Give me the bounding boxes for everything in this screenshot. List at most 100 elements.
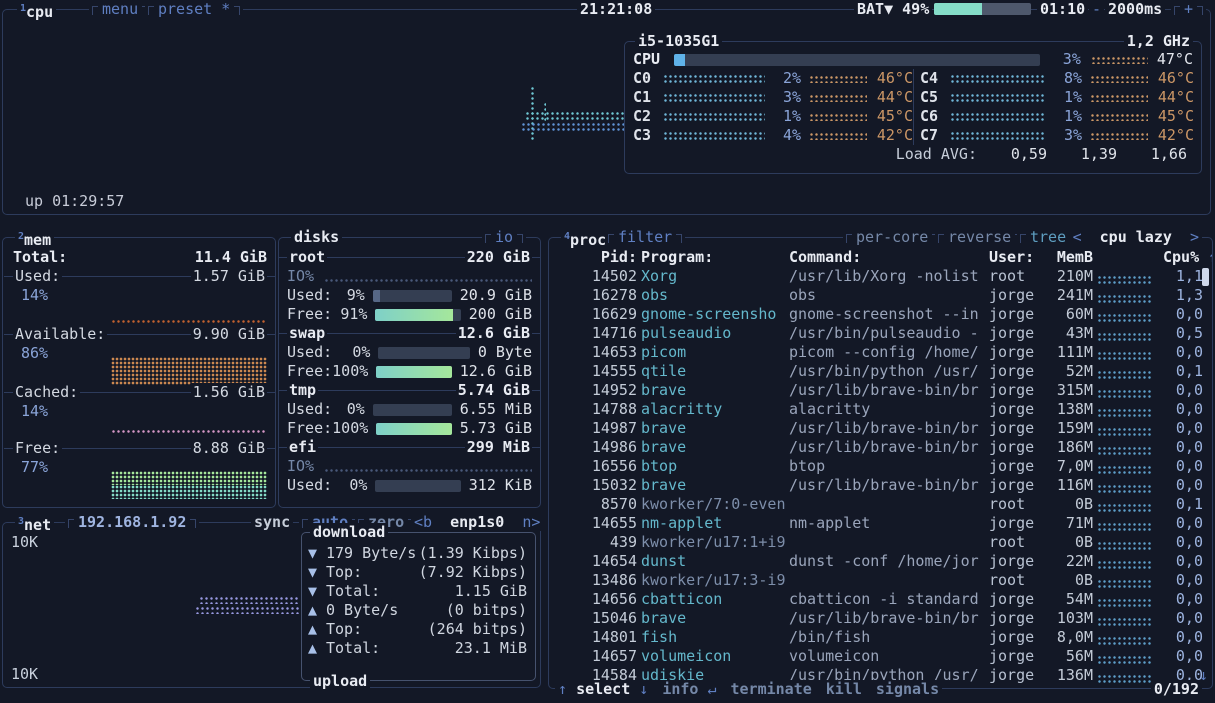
core-temp-meter	[809, 94, 867, 102]
process-row[interactable]: 14952 brave /usr/lib/brave-bin/br jorge …	[549, 381, 1212, 400]
net-stat-row: ▲ 0 Byte/s (0 bitps)	[308, 601, 527, 620]
mem-available-pct: 86%	[21, 344, 48, 363]
net-stat-row: ▲ Top: (264 bitps)	[308, 620, 527, 639]
net-scale-top: 10K	[11, 533, 38, 551]
net-iface-switch[interactable]: <b enp1s0 n>	[411, 513, 543, 531]
mem-free-row: Free:8.88 GiB	[13, 439, 267, 458]
process-row[interactable]: 16629 gnome-screensho gnome-screenshot -…	[549, 305, 1212, 324]
proc-filter-button[interactable]: filter	[605, 228, 685, 246]
core-temp-meter	[809, 75, 867, 83]
core-row: C4 8% 46°C	[920, 69, 1194, 88]
cpu-total-fill	[674, 54, 685, 66]
process-row[interactable]: 14654 dunst dunst -conf /home/jor jorge …	[549, 552, 1212, 571]
direction-arrow-icon: ▲	[308, 601, 326, 620]
process-row[interactable]: 14986 brave /usr/lib/brave-bin/br jorge …	[549, 438, 1212, 457]
sort-prev-button[interactable]: <	[1073, 228, 1082, 246]
mem-box: 2mem Total:11.4 GiB Used:1.57 GiB 14% Av…	[2, 237, 276, 508]
core-graph	[663, 131, 765, 140]
mem-box-title[interactable]: 2mem	[15, 228, 54, 246]
process-row[interactable]: 14555 qtile /usr/bin/python /usr/ jorge …	[549, 362, 1212, 381]
cpu-total-row: CPU 3% 47°C	[633, 50, 1193, 69]
terminate-button[interactable]: terminate	[731, 680, 812, 698]
proc-sort-column[interactable]: Cpu% ↑	[1163, 248, 1203, 267]
disk-efi-used: Used: 0% 312 KiB	[287, 476, 532, 495]
sort-next-button[interactable]	[1181, 228, 1190, 246]
process-cpu-graph	[1097, 446, 1153, 455]
proc-header-row: Pid: Program: Command: User: MemB Cpu% ↑	[549, 248, 1212, 267]
cpu-box-title[interactable]: 1cpu	[17, 0, 56, 18]
process-row[interactable]: 14716 pulseaudio /usr/bin/pulseaudio - j…	[549, 324, 1212, 343]
preset-button[interactable]: preset *	[145, 0, 243, 18]
net-box-title[interactable]: 3net	[15, 513, 54, 531]
iface-prev-button[interactable]: <b	[414, 513, 432, 531]
process-cpu-graph	[1097, 389, 1153, 398]
process-row[interactable]: 14502 Xorg /usr/lib/Xorg -nolist root 21…	[549, 267, 1212, 286]
clock: 21:21:08	[577, 0, 655, 18]
net-stat-row: ▼ Top: (7.92 Kibps)	[308, 563, 527, 582]
proc-box-title[interactable]: 4proc	[561, 228, 609, 246]
kill-button[interactable]: kill	[826, 680, 862, 698]
net-stat-row: ▲ Total: 23.1 MiB	[308, 639, 527, 658]
signals-button[interactable]: signals	[876, 680, 939, 698]
mem-cached-pct: 14%	[21, 402, 48, 421]
disk-efi-title: efi299 MiB	[287, 438, 532, 457]
core-graph	[950, 93, 1046, 102]
interval-minus-button[interactable]: -	[1089, 0, 1104, 18]
process-row[interactable]: 16278 obs obs jorge 241M 1,3	[549, 286, 1212, 305]
interval-plus-button[interactable]: +	[1171, 0, 1206, 18]
process-row[interactable]: 15032 brave /usr/lib/brave-bin/br jorge …	[549, 476, 1212, 495]
process-row[interactable]: 13486 kworker/u17:3-i9 root 0B 0,0	[549, 571, 1212, 590]
proc-reverse-button[interactable]: reverse	[935, 228, 1024, 246]
core-row: C2 1% 45°C	[633, 107, 913, 126]
disk-root-used: Used: 9% 20.9 GiB	[287, 286, 532, 305]
net-sync-button[interactable]: sync	[251, 513, 293, 531]
mem-used-row: Used:1.57 GiB	[13, 267, 267, 286]
battery-arrow-icon: ▼	[884, 0, 893, 18]
disk-root-free: Free: 91% 200 GiB	[287, 305, 532, 324]
process-row[interactable]: 8570 kworker/7:0-even root 0B 0,1	[549, 495, 1212, 514]
disk-efi-io: IO%	[287, 457, 532, 476]
proc-table: 14502 Xorg /usr/lib/Xorg -nolist root 21…	[549, 267, 1212, 685]
iface-name	[441, 513, 450, 531]
process-cpu-graph	[1097, 503, 1153, 512]
core-row: C3 4% 42°C	[633, 126, 913, 145]
menu-button[interactable]: menu	[89, 0, 151, 18]
select-button[interactable]: ↑ select ↓	[558, 680, 648, 698]
process-row[interactable]: 14653 picom picom --config /home/ jorge …	[549, 343, 1212, 362]
process-row[interactable]: 14655 nm-applet nm-applet jorge 71M 0,0	[549, 514, 1212, 533]
direction-arrow-icon: ▲	[308, 620, 326, 639]
info-button[interactable]: info ↵	[662, 680, 716, 698]
process-row[interactable]: 14801 fish /bin/fish jorge 8,0M 0,0	[549, 628, 1212, 647]
process-cpu-graph	[1097, 579, 1153, 588]
disks-box-title[interactable]: disks	[291, 228, 342, 246]
process-cpu-graph	[1097, 522, 1153, 531]
process-row[interactable]: 439 kworker/u17:1+i9 root 0B 0,0	[549, 533, 1212, 552]
process-row[interactable]: 14788 alacritty alacritty jorge 138M 0,0	[549, 400, 1212, 419]
battery-meter	[934, 0, 1031, 18]
net-stat-row: ▼ 179 Byte/s (1.39 Kibps)	[308, 544, 527, 563]
sort-arrow-icon: ↑	[1208, 248, 1212, 266]
process-row[interactable]: 14987 brave /usr/lib/brave-bin/br jorge …	[549, 419, 1212, 438]
process-row[interactable]: 16556 btop btop jorge 7,0M 0,0	[549, 457, 1212, 476]
direction-arrow-icon: ▼	[308, 582, 326, 601]
upload-title: upload	[310, 672, 370, 690]
process-row[interactable]: 14656 cbatticon cbatticon -i standard jo…	[549, 590, 1212, 609]
process-cpu-graph	[1097, 313, 1153, 322]
process-cpu-graph	[1097, 370, 1153, 379]
mem-free-graph2	[111, 485, 267, 499]
cpu-core-box: i5-1035G1 1,2 GHz CPU 3% 47°C C0 2%	[624, 41, 1202, 174]
process-row[interactable]: 15046 brave /usr/lib/brave-bin/br jorge …	[549, 609, 1212, 628]
core-row: C6 1% 45°C	[920, 107, 1194, 126]
core-graph	[663, 74, 765, 83]
disk-tmp-used: Used: 0% 6.55 MiB	[287, 400, 532, 419]
core-temp-meter	[1090, 75, 1148, 83]
process-row[interactable]: 14657 volumeicon volumeicon jorge 56M 0,…	[549, 647, 1212, 666]
process-cpu-graph	[1097, 427, 1153, 436]
disks-io-button[interactable]: io	[482, 228, 526, 246]
disk-tmp-free: Free: 100% 5.73 GiB	[287, 419, 532, 438]
disk-swap-title: swap12.6 GiB	[287, 324, 532, 343]
proc-per-core-button[interactable]: per-core	[843, 228, 941, 246]
process-cpu-graph	[1097, 541, 1153, 550]
proc-scrollbar-thumb[interactable]	[1202, 268, 1209, 286]
process-cpu-graph	[1097, 617, 1153, 626]
